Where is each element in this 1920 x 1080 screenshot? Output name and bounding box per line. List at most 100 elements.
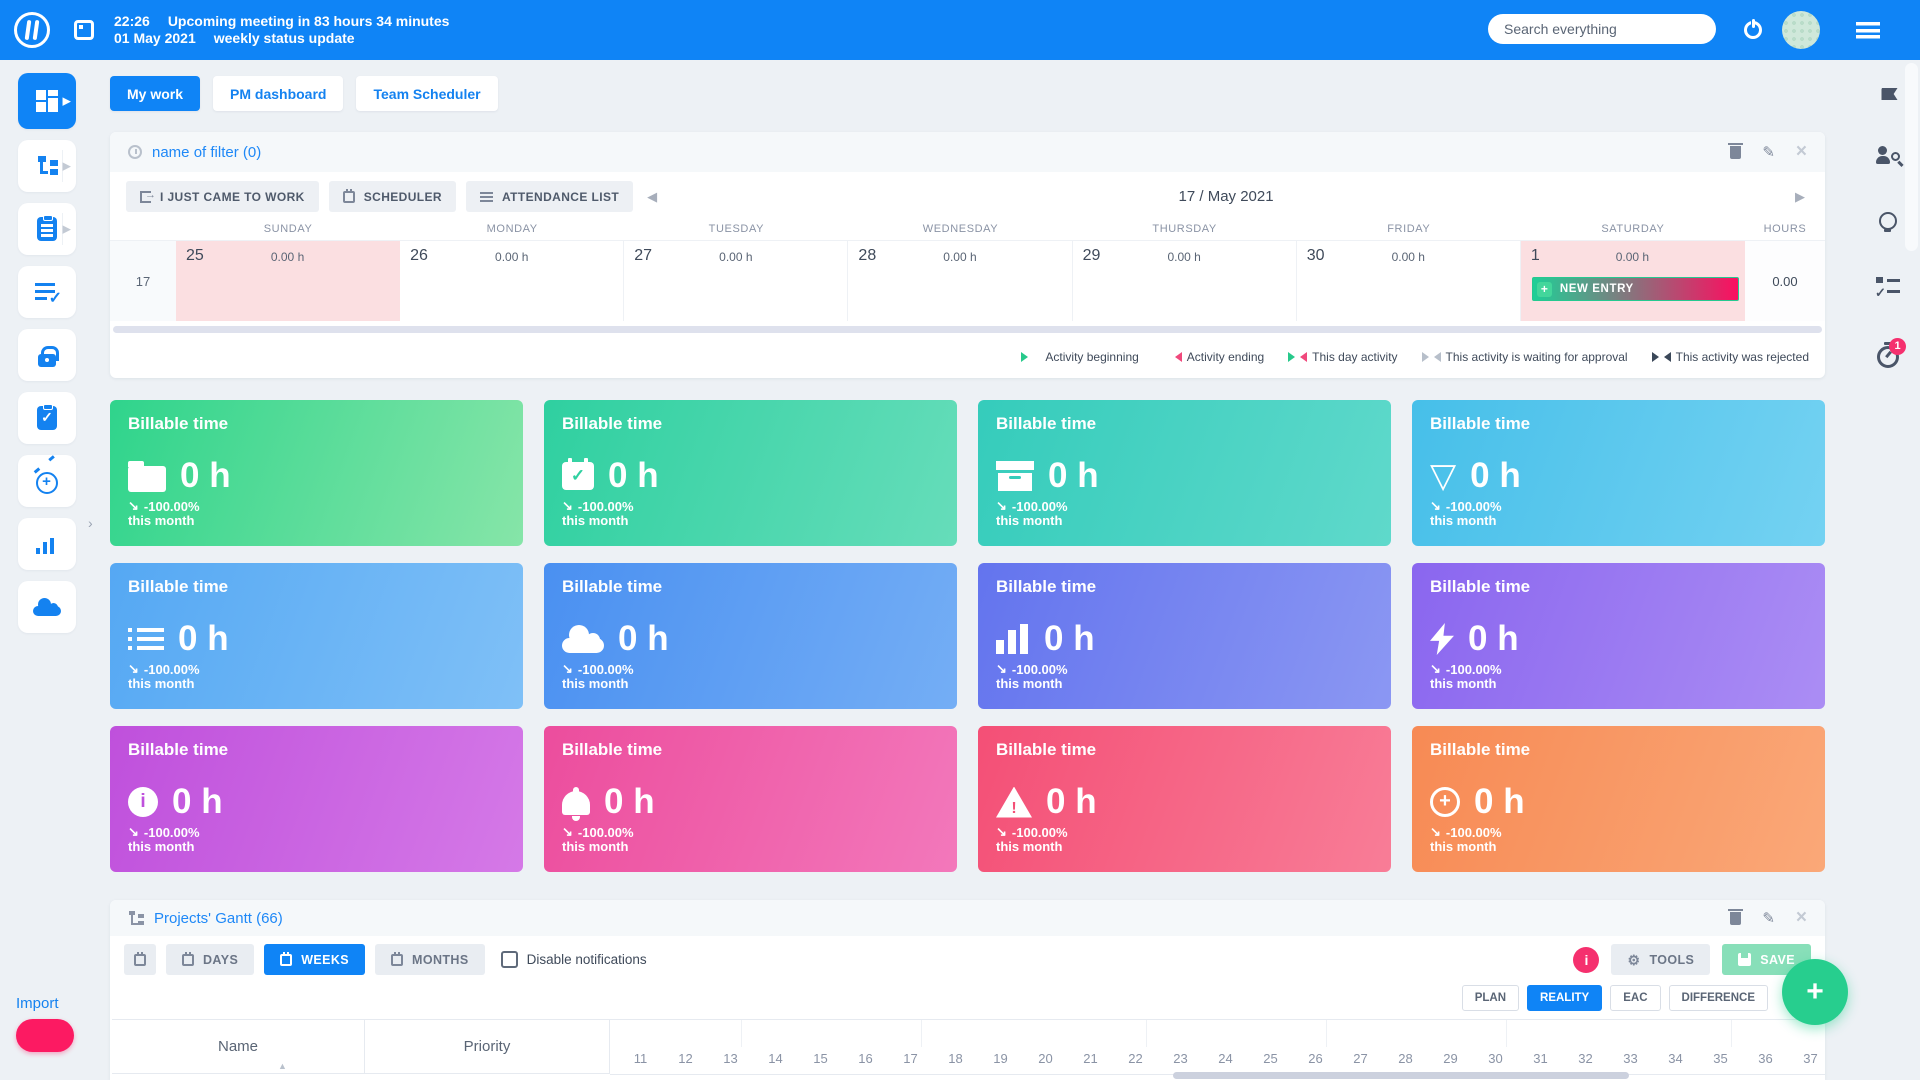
day-cell[interactable]: 29 0.00 h + NEW ENTRY <box>1073 241 1297 321</box>
tab[interactable]: PM dashboard <box>213 76 343 111</box>
submenu-arrow-icon: ▶ <box>63 95 71 108</box>
legend-item: Activity beginning <box>1021 350 1138 364</box>
sidebar-item-permissions[interactable] <box>18 329 76 381</box>
import-link[interactable]: Import <box>16 995 59 1012</box>
day-cell[interactable]: 30 0.00 h + NEW ENTRY <box>1297 241 1521 321</box>
sidebar-item-cloud[interactable] <box>18 581 76 633</box>
sidebar-item-time-tracking[interactable] <box>18 455 76 507</box>
came-to-work-button[interactable]: I JUST CAME TO WORK <box>126 181 319 212</box>
dashboard-grid-icon <box>36 90 58 112</box>
hamburger-menu-icon[interactable] <box>1856 22 1880 39</box>
billable-time-card: Billable time 0 h -100.00% this month <box>110 400 523 546</box>
close-icon[interactable]: × <box>1796 911 1807 925</box>
day-cell[interactable]: 26 0.00 h + NEW ENTRY <box>400 241 624 321</box>
scale-button[interactable]: DAYS <box>166 944 254 975</box>
bar-chart-icon <box>36 534 58 554</box>
scale-button[interactable]: WEEKS <box>264 944 365 975</box>
calendar-check-icon <box>562 462 594 490</box>
timeline-weeks-row: 1112131415161718192021222324252627282930… <box>610 1047 1825 1074</box>
day-cell[interactable]: 25 0.00 h + NEW ENTRY <box>176 241 400 321</box>
lightbulb-icon[interactable] <box>1879 212 1897 230</box>
card-delta: -100.00% <box>562 661 634 677</box>
view-button[interactable]: REALITY <box>1527 985 1602 1011</box>
sidebar-item-dashboard[interactable]: ▶ <box>18 73 76 129</box>
flag-icon[interactable] <box>1882 88 1898 100</box>
calendar-view-button[interactable] <box>124 944 156 975</box>
tools-button[interactable]: ⚙TOOLS <box>1611 944 1710 975</box>
app-logo[interactable] <box>14 12 50 48</box>
month-label <box>618 1020 741 1047</box>
activity-legend: Activity beginning Activity ending This … <box>110 333 1825 364</box>
column-header-name[interactable]: Name▲ <box>112 1020 365 1074</box>
week-number-label: 31 <box>1518 1047 1563 1074</box>
day-cell[interactable]: 27 0.00 h + NEW ENTRY <box>624 241 848 321</box>
delete-icon[interactable] <box>1730 912 1741 925</box>
sidebar-item-reports[interactable] <box>18 518 76 570</box>
meeting-reminder[interactable]: 22:26Upcoming meeting in 83 hours 34 min… <box>114 13 449 47</box>
checklist-icon[interactable] <box>1876 276 1900 296</box>
add-fab-button[interactable]: + <box>1782 959 1848 1025</box>
day-name-label: FRIDAY <box>1297 217 1521 240</box>
calendar-horizontal-scrollbar[interactable] <box>113 326 1822 333</box>
day-cell[interactable]: 1 0.00 h + NEW ENTRY <box>1521 241 1745 321</box>
billable-time-card: Billable time 0 h -100.00% this month <box>110 726 523 872</box>
scheduler-button[interactable]: SCHEDULER <box>329 181 456 212</box>
edit-icon[interactable]: ✎ <box>1762 143 1775 161</box>
edit-icon[interactable]: ✎ <box>1762 909 1775 927</box>
gantt-horizontal-scrollbar[interactable] <box>1173 1072 1629 1079</box>
week-number-label: 16 <box>843 1047 888 1074</box>
info-icon[interactable]: i <box>1573 947 1599 973</box>
gantt-title[interactable]: Projects' Gantt (66) <box>154 910 283 927</box>
bar-chart-icon <box>996 624 1030 654</box>
card-title: Billable time <box>562 414 939 434</box>
sidebar-item-approvals[interactable] <box>18 392 76 444</box>
triangle-left-icon <box>1664 352 1671 362</box>
view-button[interactable]: PLAN <box>1462 985 1519 1011</box>
card-delta: -100.00% <box>1430 498 1502 514</box>
day-names-row: SUNDAYMONDAYTUESDAYWEDNESDAYTHURSDAYFRID… <box>110 217 1825 240</box>
power-icon[interactable] <box>1744 21 1762 39</box>
day-hours: 0.00 h <box>1297 250 1520 264</box>
triangle-left-icon <box>1300 352 1307 362</box>
new-entry-button[interactable]: + NEW ENTRY <box>1532 277 1739 301</box>
avatar[interactable] <box>1782 11 1820 49</box>
sidebar-item-projects[interactable]: ▶ <box>18 140 76 192</box>
billable-time-card: Billable time ▽ 0 h -100.00% this month <box>1412 400 1825 546</box>
column-header-priority[interactable]: Priority <box>365 1020 610 1074</box>
gear-icon: ⚙ <box>1627 953 1640 967</box>
view-button[interactable]: EAC <box>1610 985 1660 1011</box>
vertical-scrollbar[interactable] <box>1905 63 1918 251</box>
day-name-label: THURSDAY <box>1073 217 1297 240</box>
user-search-icon[interactable] <box>1876 146 1900 166</box>
sidebar-expand-chevron[interactable]: › <box>88 515 93 531</box>
card-period: this month <box>128 676 194 691</box>
disable-notifications-checkbox[interactable] <box>501 951 518 968</box>
disable-notifications-option[interactable]: Disable notifications <box>501 951 647 968</box>
prev-week-button[interactable]: ◀ <box>643 187 661 207</box>
week-date-label: 17 / May 2021 <box>671 188 1781 205</box>
stopwatch-icon[interactable]: 1 <box>1877 346 1899 368</box>
search-input[interactable] <box>1488 14 1716 44</box>
day-hours: 0.00 h <box>1073 250 1296 264</box>
filter-title[interactable]: name of filter (0) <box>152 144 261 161</box>
billable-time-card: Billable time 0 h -100.00% this month <box>110 563 523 709</box>
day-cell[interactable]: 28 0.00 h + NEW ENTRY <box>848 241 1072 321</box>
attendance-list-button[interactable]: ATTENDANCE LIST <box>466 181 633 212</box>
card-period: this month <box>562 513 628 528</box>
calendar-icon <box>182 954 194 966</box>
next-week-button[interactable]: ▶ <box>1791 187 1809 207</box>
legend-item: Activity ending <box>1163 350 1264 364</box>
sidebar-item-tasks[interactable]: ▶ <box>18 203 76 255</box>
sidebar-item-todo-list[interactable] <box>18 266 76 318</box>
tab[interactable]: My work <box>110 76 200 111</box>
view-button[interactable]: DIFFERENCE <box>1669 985 1768 1011</box>
import-pill-button[interactable] <box>16 1019 74 1052</box>
card-delta: -100.00% <box>128 824 200 840</box>
delete-icon[interactable] <box>1730 146 1741 159</box>
tab[interactable]: Team Scheduler <box>356 76 497 111</box>
close-icon[interactable]: × <box>1796 145 1807 159</box>
card-delta: -100.00% <box>996 498 1068 514</box>
scale-button[interactable]: MONTHS <box>375 944 485 975</box>
day-hours: 0.00 h <box>848 250 1071 264</box>
card-value: 0 h <box>172 782 223 822</box>
